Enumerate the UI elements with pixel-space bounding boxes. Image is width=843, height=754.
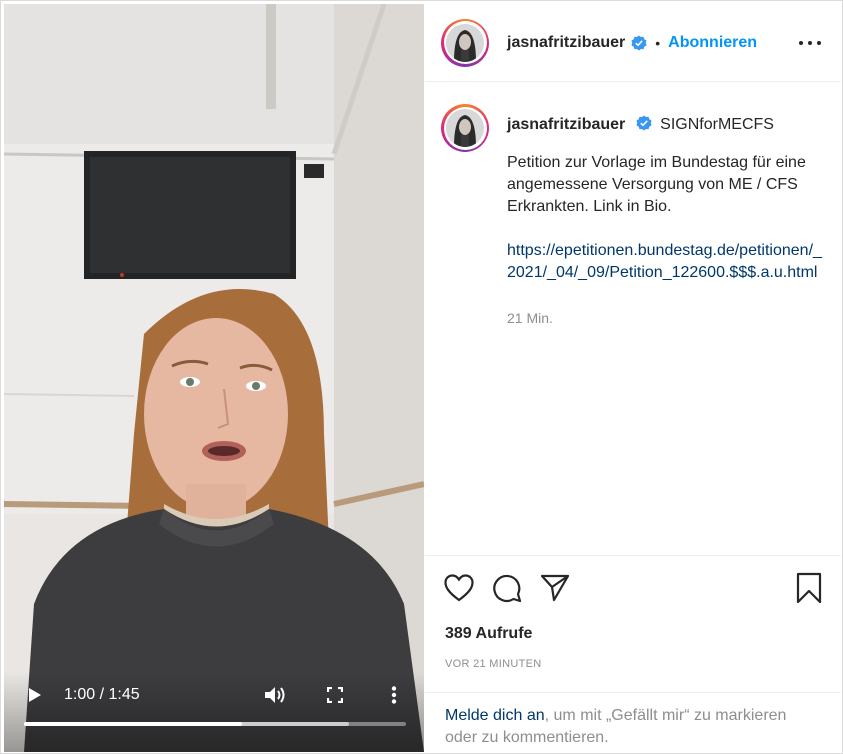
volume-button[interactable] bbox=[262, 684, 288, 706]
petition-link[interactable]: https://epetitionen.bundestag.de/petitio… bbox=[507, 240, 823, 284]
view-count: 389 Aufrufe bbox=[445, 625, 533, 642]
save-button[interactable] bbox=[791, 570, 827, 606]
separator-dot: • bbox=[655, 34, 661, 51]
video-frame bbox=[4, 4, 424, 752]
played-bar bbox=[24, 722, 243, 726]
comment-button[interactable] bbox=[489, 570, 525, 606]
caption-hashtag[interactable]: SIGNforMECFS bbox=[660, 116, 774, 133]
volume-icon bbox=[265, 687, 285, 703]
more-options-button[interactable] bbox=[799, 33, 821, 53]
caption-username[interactable]: jasnafritzibauer bbox=[507, 116, 625, 133]
share-icon bbox=[540, 574, 570, 602]
comment-icon bbox=[493, 574, 522, 603]
bookmark-icon bbox=[796, 572, 822, 604]
verified-icon bbox=[636, 115, 652, 131]
more-vertical-icon bbox=[391, 686, 397, 704]
caption-timestamp: 21 Min. bbox=[507, 310, 553, 326]
fullscreen-button[interactable] bbox=[324, 684, 346, 706]
video-progress-bar[interactable] bbox=[24, 722, 406, 726]
play-button[interactable] bbox=[24, 684, 46, 706]
play-icon bbox=[29, 688, 41, 702]
video-player[interactable]: 1:00 / 1:45 bbox=[4, 4, 424, 752]
post-caption: jasnafritzibauer SIGNforMECFS Petition z… bbox=[425, 82, 841, 554]
like-button[interactable] bbox=[441, 570, 477, 606]
post-header: jasnafritzibauer • Abonnieren bbox=[425, 4, 841, 82]
caption-avatar[interactable] bbox=[441, 104, 489, 152]
login-prompt: Melde dich an, um mit „Gefällt mir“ zu m… bbox=[425, 692, 841, 752]
video-time: 1:00 / 1:45 bbox=[64, 686, 140, 703]
header-username[interactable]: jasnafritzibauer bbox=[507, 34, 625, 52]
heart-icon bbox=[444, 574, 474, 602]
login-link[interactable]: Melde dich an bbox=[445, 707, 545, 724]
share-button[interactable] bbox=[537, 570, 573, 606]
fullscreen-icon bbox=[327, 687, 343, 703]
caption-text: Petition zur Vorlage im Bundestag für ei… bbox=[507, 154, 806, 215]
post-sidebar: jasnafritzibauer • Abonnieren jasnafritz… bbox=[425, 4, 841, 752]
post-age: VOR 21 MINUTEN bbox=[445, 658, 542, 670]
profile-photo bbox=[446, 109, 484, 147]
post-actions: 389 Aufrufe VOR 21 MINUTEN bbox=[425, 555, 841, 691]
follow-button[interactable]: Abonnieren bbox=[668, 34, 757, 52]
avatar[interactable] bbox=[441, 18, 489, 67]
profile-photo bbox=[446, 23, 484, 62]
verified-icon bbox=[631, 35, 647, 50]
post-embed: 1:00 / 1:45 jasnafritzibauer • Abonniere… bbox=[0, 0, 843, 754]
video-options-button[interactable] bbox=[386, 684, 402, 706]
more-horizontal-icon bbox=[799, 41, 803, 45]
